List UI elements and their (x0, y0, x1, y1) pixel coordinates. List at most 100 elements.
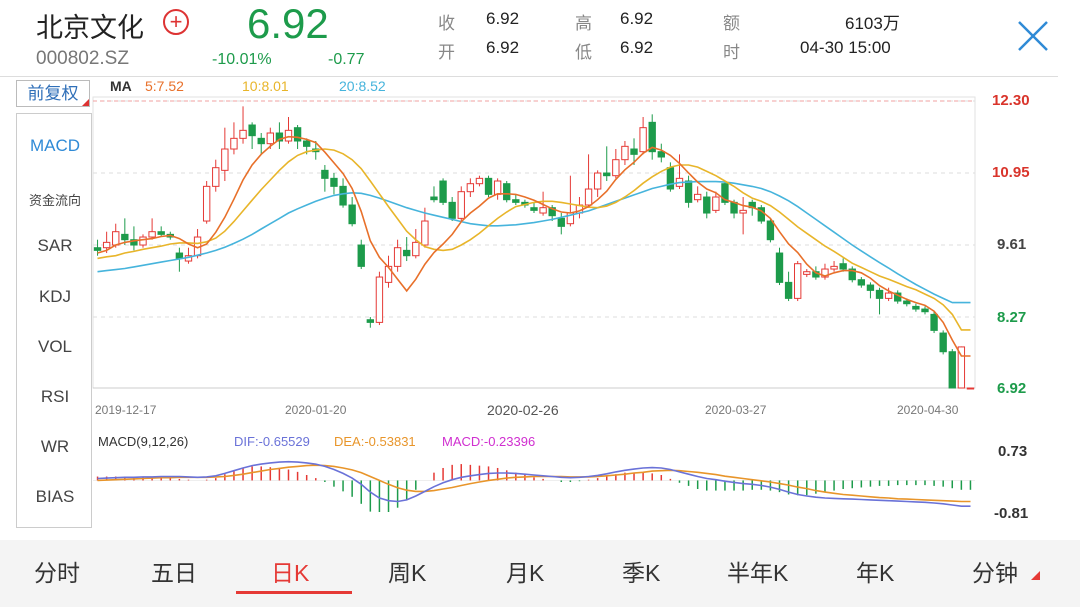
candle-body (448, 201, 456, 219)
candle-body (939, 332, 947, 353)
dea-legend: DEA:-0.53831 (334, 434, 416, 449)
candle-body (857, 279, 866, 286)
dif-legend: DIF:-0.65529 (234, 434, 310, 449)
candle-body (393, 247, 402, 267)
candle-body (102, 241, 111, 249)
dea-line (97, 464, 971, 503)
candle-body (475, 177, 484, 185)
candle-body (221, 148, 229, 171)
candle-body (703, 196, 711, 214)
candle-body (284, 129, 293, 142)
candle-body (921, 308, 929, 313)
candle-body (248, 124, 256, 137)
candle-body (457, 191, 465, 219)
candle-body (830, 265, 838, 270)
macd-legend: MACD:-0.23396 (442, 434, 536, 449)
price-axis-label-2: 10.95 (992, 164, 1030, 181)
candle-body (866, 284, 875, 291)
tab-minute[interactable]: 分钟 (972, 554, 1018, 588)
candle-body (966, 387, 975, 390)
active-tab-underline (236, 591, 352, 594)
price-axis-label-mid: 9.61 (997, 236, 1027, 253)
candle-body (948, 351, 956, 389)
candle-body (493, 180, 502, 195)
candle-body (530, 207, 538, 211)
candle-body (348, 204, 356, 225)
candle-body (739, 209, 747, 214)
candle-body (384, 265, 393, 283)
date-label: 2020-03-27 (705, 403, 767, 417)
candle-body (230, 137, 238, 150)
candle-body (239, 129, 247, 139)
candle-body (175, 252, 184, 259)
macd-title: MACD(9,12,26) (98, 434, 189, 449)
candle-body (157, 231, 165, 235)
dif-line (97, 460, 971, 507)
candle-body (903, 300, 911, 305)
candle-body (439, 180, 447, 203)
candle-body (712, 196, 720, 211)
price-axis-label-bottom: 6.92 (997, 380, 1027, 397)
candle-body (357, 244, 365, 267)
macd-axis-bottom: -0.81 (994, 505, 1029, 522)
tab-five-day[interactable]: 五日 (151, 554, 197, 588)
date-label: 2020-04-30 (897, 403, 959, 417)
candle-body (202, 185, 211, 222)
date-label: 2020-01-20 (285, 403, 347, 417)
candle-body (403, 249, 411, 257)
tab-half-year-k[interactable]: 半年K (727, 554, 788, 588)
candle-body (257, 137, 265, 145)
candle-body (93, 247, 102, 251)
candle-body (775, 252, 784, 283)
candle-body (212, 167, 220, 187)
candle-body (266, 132, 274, 145)
candle-body (366, 319, 375, 323)
candle-body (375, 276, 384, 323)
candle-body (639, 127, 647, 153)
candle-body (766, 220, 775, 241)
period-tab-bar: 分时 五日 日K 周K 月K 季K 半年K 年K 分钟 (0, 540, 1080, 607)
candle-body (884, 292, 893, 299)
candle-body (684, 180, 693, 203)
candle-body (784, 281, 793, 299)
candle-body (794, 263, 802, 299)
candle-body (603, 172, 611, 177)
tab-quarterly-k[interactable]: 季K (622, 554, 660, 588)
candlestick-chart[interactable] (0, 0, 1080, 540)
candle-body (584, 188, 593, 206)
tab-daily-k[interactable]: 日K (271, 554, 309, 588)
candle-body (121, 233, 129, 241)
candle-body (621, 145, 629, 161)
candle-body (512, 199, 520, 203)
candle-body (839, 263, 847, 270)
candle-body (339, 185, 347, 206)
candle-body (421, 220, 429, 246)
candle-body (330, 177, 338, 187)
candle-body (484, 177, 493, 195)
candle-body (557, 217, 565, 227)
candle-body (321, 169, 329, 179)
candle-body (412, 241, 420, 257)
date-label: 2020-02-26 (487, 402, 559, 418)
candle-body (657, 151, 665, 158)
price-axis-label-4: 8.27 (997, 309, 1027, 326)
candle-body (666, 167, 675, 190)
ma10-line (97, 148, 971, 331)
candle-body (912, 305, 920, 310)
tab-intraday[interactable]: 分时 (34, 554, 80, 588)
candle-body (593, 172, 602, 190)
tab-yearly-k[interactable]: 年K (856, 554, 894, 588)
price-axis-label-top: 12.30 (992, 92, 1030, 109)
candle-body (930, 313, 938, 331)
candle-body (539, 207, 547, 214)
candle-body (875, 289, 884, 299)
candle-body (612, 159, 620, 177)
candle-body (503, 183, 511, 201)
candle-body (139, 236, 147, 246)
candle-body (302, 140, 311, 147)
date-label: 2019-12-17 (95, 403, 157, 417)
candle-body (630, 148, 638, 155)
tab-weekly-k[interactable]: 周K (388, 554, 426, 588)
macd-axis-top: 0.73 (998, 443, 1028, 460)
tab-monthly-k[interactable]: 月K (506, 554, 544, 588)
